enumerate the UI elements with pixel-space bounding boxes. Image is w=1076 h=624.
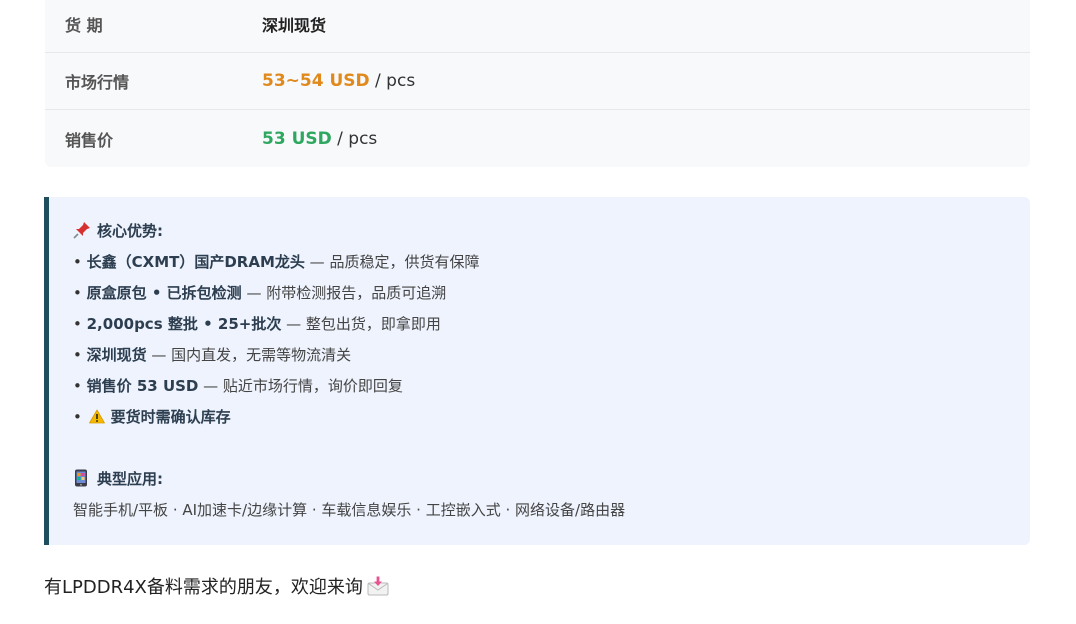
- table-row-delivery: 货 期 深圳现货: [45, 0, 1030, 53]
- bullet-mark: •: [73, 346, 87, 364]
- advantage-strong: 长鑫（CXMT）国产DRAM龙头: [86, 253, 305, 271]
- table-row-sale-price: 销售价 53 USD / pcs: [45, 110, 1030, 167]
- page: 货 期 深圳现货 市场行情 53~54 USD / pcs 销售价 53 USD…: [0, 0, 1076, 624]
- advantage-strong: 深圳现货: [86, 346, 147, 364]
- advantages-heading: 核心优势:: [73, 219, 1030, 250]
- advantage-item: • 长鑫（CXMT）国产DRAM龙头 — 品质稳定，供货有保障: [73, 250, 1030, 281]
- advantage-rest: — 国内直发，无需等物流清关: [146, 346, 352, 364]
- advantage-item-stock-warning: • 要货时需确认库存: [73, 405, 1030, 436]
- bullet-mark: •: [73, 284, 87, 302]
- advantage-item: • 销售价 53 USD — 贴近市场行情，询价即回复: [73, 374, 1030, 405]
- advantage-rest: — 附带检测报告，品质可追溯: [241, 284, 447, 302]
- applications-heading: 典型应用:: [73, 467, 1030, 498]
- bullet-mark: •: [73, 408, 87, 426]
- incoming-envelope-icon: [367, 576, 389, 605]
- advantage-rest: — 品质稳定，供货有保障: [304, 253, 480, 271]
- advantage-item: • 原盒原包 • 已拆包检测 — 附带检测报告，品质可追溯: [73, 281, 1030, 312]
- warning-icon: [88, 407, 105, 424]
- advantage-strong: 2,000pcs 整批 • 25+批次: [86, 315, 282, 333]
- advantage-rest: — 贴近市场行情，询价即回复: [198, 377, 403, 395]
- bullet-mark: •: [73, 377, 87, 395]
- footer-invitation: 有LPDDR4X备料需求的朋友，欢迎来询: [44, 574, 389, 605]
- applications-list: 智能手机/平板 · AI加速卡/边缘计算 · 车载信息娱乐 · 工控嵌入式 · …: [73, 501, 626, 519]
- delivery-label: 货 期: [65, 16, 103, 35]
- sale-price-unit: / pcs: [331, 128, 378, 149]
- table-row-market-price: 市场行情 53~54 USD / pcs: [45, 53, 1030, 110]
- advantage-rest: — 整包出货，即拿即用: [281, 315, 441, 333]
- bullet-mark: •: [73, 315, 87, 333]
- sale-price-value: 53 USD / pcs: [262, 129, 377, 149]
- market-price-amount: 53~54 USD: [262, 71, 370, 91]
- market-price-unit: / pcs: [369, 71, 416, 91]
- bullet-mark: •: [73, 253, 87, 271]
- advantages-title: 核心优势:: [97, 222, 163, 240]
- footer-text: 有LPDDR4X备料需求的朋友，欢迎来询: [44, 577, 363, 598]
- market-price-label: 市场行情: [65, 73, 130, 92]
- delivery-value: 深圳现货: [262, 16, 327, 35]
- pushpin-icon: [73, 219, 93, 243]
- applications-title: 典型应用:: [97, 470, 163, 488]
- market-price-value: 53~54 USD / pcs: [262, 71, 415, 91]
- mobile-phone-icon: [73, 467, 93, 491]
- advantage-item: • 2,000pcs 整批 • 25+批次 — 整包出货，即拿即用: [73, 312, 1030, 343]
- spec-table: 货 期 深圳现货 市场行情 53~54 USD / pcs 销售价 53 USD…: [45, 0, 1030, 167]
- sale-price-label: 销售价: [65, 130, 114, 150]
- advantage-strong: 要货时需确认库存: [110, 408, 231, 426]
- advantage-item: • 深圳现货 — 国内直发，无需等物流清关: [73, 343, 1030, 374]
- advantage-strong: 销售价 53 USD: [86, 377, 199, 395]
- advantage-strong: 原盒原包 • 已拆包检测: [86, 284, 242, 302]
- advantages-panel: 核心优势: • 长鑫（CXMT）国产DRAM龙头 — 品质稳定，供货有保障 • …: [44, 197, 1030, 545]
- sale-price-amount: 53 USD: [262, 128, 332, 149]
